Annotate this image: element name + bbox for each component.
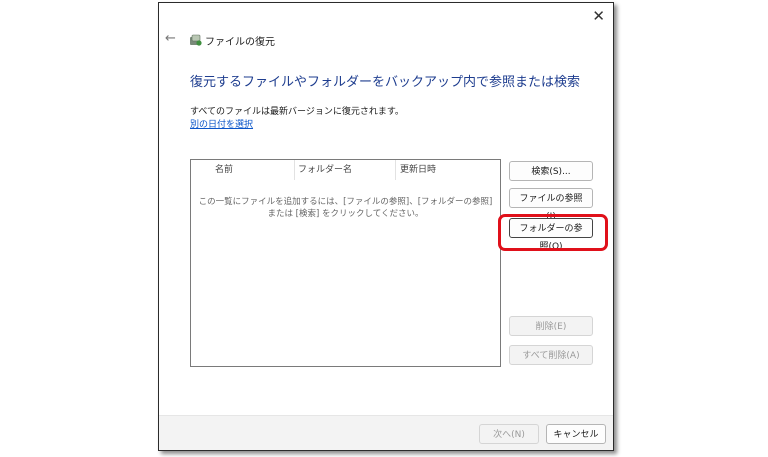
search-button[interactable]: 検索(S)...: [509, 161, 593, 181]
restore-icon: [190, 34, 202, 46]
remove-button[interactable]: 削除(E): [509, 316, 593, 336]
info-text: すべてのファイルは最新バージョンに復元されます。: [190, 107, 404, 117]
empty-list-message: この一覧にファイルを追加するには、[ファイルの参照]、[フォルダーの参照] また…: [198, 197, 493, 219]
browse-files-button[interactable]: ファイルの参照(I): [509, 188, 593, 222]
column-header-folder[interactable]: フォルダー名: [298, 160, 352, 180]
restore-files-dialog: ✕ ← ファイルの復元 復元するファイルやフォルダーをバックアップ内で参照または…: [158, 2, 614, 451]
page-heading: 復元するファイルやフォルダーをバックアップ内で参照または検索: [190, 75, 581, 90]
remove-all-button[interactable]: すべて削除(A): [509, 345, 593, 365]
back-arrow-icon[interactable]: ←: [165, 31, 176, 46]
dialog-title: ファイルの復元: [205, 37, 275, 48]
cancel-button[interactable]: キャンセル: [546, 424, 606, 444]
file-list[interactable]: 名前 フォルダー名 更新日時 この一覧にファイルを追加するには、[ファイルの参照…: [190, 159, 501, 367]
close-icon[interactable]: ✕: [592, 7, 605, 25]
dialog-footer: 次へ(N) キャンセル: [159, 415, 613, 450]
choose-date-link[interactable]: 別の日付を選択: [190, 117, 253, 130]
highlight-frame: [498, 214, 608, 251]
next-button[interactable]: 次へ(N): [479, 424, 539, 444]
column-header-name[interactable]: 名前: [215, 160, 233, 180]
column-separator: [395, 160, 396, 180]
column-separator: [294, 160, 295, 180]
column-header-modified[interactable]: 更新日時: [400, 160, 436, 180]
